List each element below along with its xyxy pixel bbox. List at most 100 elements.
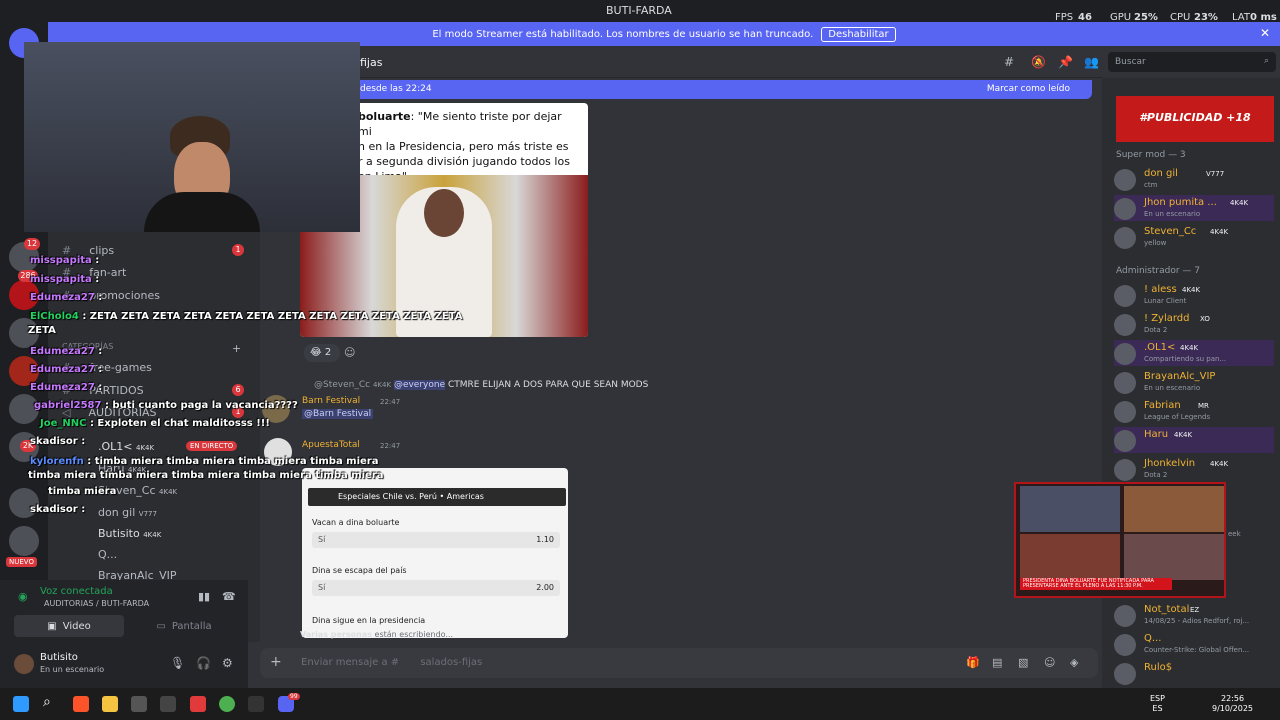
mention[interactable]: @Barn Festival [302, 409, 374, 419]
member-name: Q... [98, 548, 118, 561]
member-item[interactable]: .OL1< 4K4K Compartiendo su pan... [1114, 340, 1274, 366]
rail-badge: 12 [24, 238, 40, 250]
app-icon[interactable] [190, 696, 206, 712]
overlay-chat-line: misspapita : [30, 255, 99, 266]
chrome-icon[interactable] [219, 696, 235, 712]
member-item[interactable]: ! aless 4K4K Lunar Client [1114, 282, 1274, 308]
member-item[interactable]: Haru 4K4K [1114, 427, 1274, 453]
tag-text: EZ [1190, 606, 1200, 614]
reaction-button[interactable]: 😂 2 [304, 344, 340, 362]
voice-location: AUDITORIAS / BUTI-FARDA [44, 599, 150, 608]
folder-icon[interactable] [102, 696, 118, 712]
voice-member[interactable]: Q... [98, 548, 117, 561]
member-item[interactable]: Jhon pumita ... 4K4K En un escenario [1114, 195, 1274, 221]
new-messages-bar[interactable]: desde las 22:24 Marcar como leído [300, 80, 1092, 99]
overlay-chat-text: : [95, 255, 100, 266]
message-time: 22:47 [380, 442, 401, 450]
message-input[interactable]: + Enviar mensaje a # salados-fijas 🎁 ▤ ▧… [260, 648, 1098, 678]
member-status: Dota 2 [1144, 326, 1168, 334]
video-button[interactable]: ▣ Video [14, 615, 124, 637]
member-item[interactable]: Steven_Cc 4K4K yellow [1114, 224, 1274, 250]
avatar [1114, 459, 1136, 481]
gif-icon[interactable]: ▤ [992, 656, 1002, 669]
member-tag: 4K4K [1206, 226, 1228, 237]
add-attachment-icon[interactable]: + [270, 654, 282, 670]
signal-icon[interactable]: ◉ [18, 590, 28, 603]
gift-icon[interactable]: 🎁 [966, 656, 980, 669]
brave-icon[interactable] [73, 696, 89, 712]
member-name: Butisito [98, 527, 140, 540]
gear-icon[interactable]: ⚙ [222, 656, 233, 670]
add-reaction-icon[interactable]: ☺ [344, 346, 355, 359]
member-item[interactable]: Not_total EZ 14/08/25 - Adios Redforf, roj… [1114, 602, 1274, 628]
voice-member[interactable]: .OL1< 4K4K [98, 440, 154, 453]
message-author[interactable]: ApuestaTotal [302, 440, 360, 450]
bell-icon[interactable]: 🔕 [1031, 55, 1046, 69]
apps-icon[interactable]: ◈ [1070, 656, 1078, 669]
member-item[interactable]: Jhonkelvin 4K4K Dota 2 [1114, 456, 1274, 482]
overlay-chat-user: misspapita [30, 274, 92, 285]
clock[interactable]: 22:56 9/10/2025 [1212, 694, 1253, 714]
avatar [1114, 198, 1136, 220]
overlay-chat-line: misspapita : [30, 274, 99, 285]
disable-button[interactable]: Deshabilitar [821, 26, 896, 42]
promo-banner[interactable]: #PUBLICIDAD +18 [1116, 96, 1274, 142]
laugh-emoji-icon: 😂 [310, 347, 322, 358]
truncated-text: eek [1228, 530, 1241, 538]
overlay-chat-line: gabriel2587 : buti cuanto paga la vacanc… [34, 400, 298, 411]
voice-member[interactable]: don gil V777 [98, 506, 157, 519]
member-tag: 4K4K [159, 488, 178, 496]
search-input[interactable]: Buscar ⌕ [1108, 52, 1276, 72]
language-indicator[interactable]: ESP ES [1150, 694, 1165, 714]
news-tile [1020, 534, 1120, 580]
emoji-icon[interactable]: ☺ [1044, 656, 1055, 669]
headphones-icon[interactable]: 🎧 [196, 656, 211, 670]
everyone-mention[interactable]: @everyone [393, 380, 446, 390]
voice-status[interactable]: Voz conectada [40, 586, 113, 597]
avatar[interactable] [14, 654, 34, 674]
voice-member[interactable]: Butisito 4K4K [98, 527, 161, 540]
tag-text: 4K4K [1182, 286, 1201, 294]
app-icon[interactable] [131, 696, 147, 712]
server-icon[interactable] [9, 526, 39, 556]
close-icon[interactable]: ✕ [1260, 26, 1270, 40]
user-panel: Butisito En un escenario 🎙 🎧 ⚙ [0, 642, 248, 688]
member-item[interactable]: BrayanAlc_VIP En un escenario [1114, 369, 1274, 395]
typing-who: Varias personas [300, 630, 372, 639]
member-item[interactable]: Q... Counter-Strike: Global Offen... [1114, 631, 1274, 657]
betting-image[interactable]: Especiales Chile vs. Perú • Americas Vac… [302, 468, 568, 638]
sticker-icon[interactable]: ▧ [1018, 656, 1028, 669]
search-icon[interactable]: ⌕ [43, 694, 59, 710]
overlay-chat-line: timba miera timba miera timba miera timb… [28, 470, 384, 481]
username[interactable]: Butisito [40, 652, 78, 663]
member-item[interactable]: don gil V777 ctm [1114, 166, 1274, 192]
member-item[interactable]: ! Zylardd XO Dota 2 [1114, 311, 1274, 337]
overlay-chat-line: Joe_NNC : Exploten el chat malditosss !!… [40, 418, 270, 429]
quote-line: n en la Presidencia, pero más triste es [358, 140, 569, 153]
windows-start-icon[interactable] [13, 696, 29, 712]
live-badge: EN DIRECTO [186, 441, 238, 451]
member-item[interactable]: Fabrian MR League of Legends [1114, 398, 1274, 424]
disconnect-icon[interactable]: ☎ [222, 590, 236, 603]
overlay-chat-line: Edumeza27 : [30, 346, 102, 357]
member-name: BrayanAlc_VIP [1144, 371, 1216, 382]
reply-reference[interactable]: @Steven_Cc 4K4K @everyone CTMRE ELIJAN A… [314, 380, 648, 390]
screen-button[interactable]: ▭ Pantalla [128, 615, 240, 637]
overlay-chat-user: Joe_NNC [40, 418, 87, 429]
overlay-chat-text: : [95, 274, 100, 285]
microphone-icon[interactable]: 🎙 [170, 656, 185, 670]
threads-icon[interactable]: # [1004, 55, 1014, 69]
user-status: En un escenario [40, 665, 105, 674]
soundboard-icon[interactable]: ▮▮ [198, 590, 210, 603]
message-author[interactable]: Barn Festival [302, 396, 360, 406]
app-icon[interactable] [160, 696, 176, 712]
member-item[interactable]: Rulo$ [1114, 660, 1274, 686]
pin-icon[interactable]: 📌 [1058, 55, 1073, 69]
members-icon[interactable]: 👥 [1084, 55, 1099, 69]
overlay-chat-text: : buti cuanto paga la vacancia???? [104, 400, 298, 411]
mark-read-button[interactable]: Marcar como leído [987, 84, 1070, 94]
reply-text: CTMRE ELIJAN A DOS PARA QUE SEAN MODS [448, 380, 649, 390]
app-icon[interactable] [248, 696, 264, 712]
add-channel-icon[interactable]: + [232, 342, 241, 355]
webcam-overlay [24, 42, 360, 232]
